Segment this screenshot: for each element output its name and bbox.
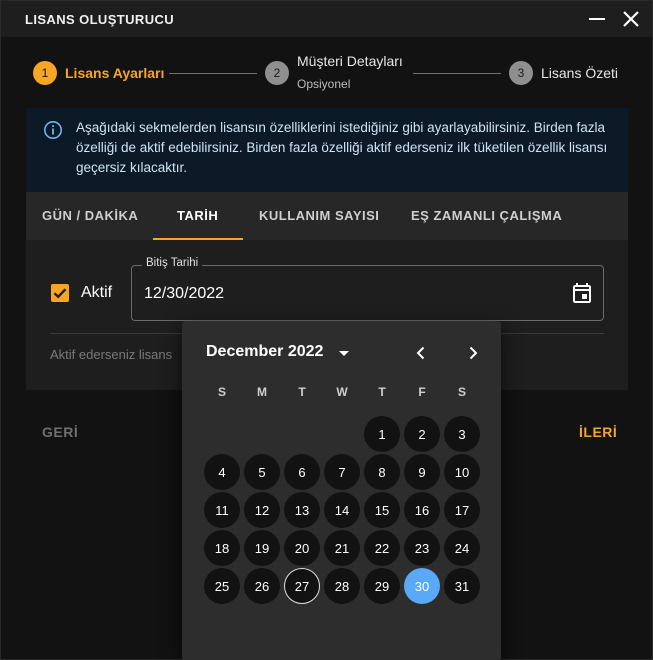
active-tab-indicator <box>153 238 243 240</box>
step-number: 2 <box>265 61 289 85</box>
calendar-day[interactable]: 12 <box>244 492 280 528</box>
end-date-field: Bitiş Tarihi <box>131 257 604 321</box>
step-connector <box>413 73 501 74</box>
weekday-label: S <box>457 385 466 399</box>
calendar-day[interactable]: 8 <box>364 454 400 490</box>
calendar-day[interactable]: 28 <box>324 568 360 604</box>
active-checkbox[interactable] <box>51 284 69 302</box>
weekday-label: W <box>336 385 348 399</box>
calendar-icon <box>573 283 591 303</box>
next-month-button[interactable] <box>461 341 485 365</box>
step-label: Lisans Özeti <box>541 65 619 81</box>
step-label: Lisans Ayarları <box>65 65 165 81</box>
calendar-day[interactable]: 10 <box>444 454 480 490</box>
calendar-day[interactable]: 23 <box>404 530 440 566</box>
info-alert-text: Aşağıdaki sekmelerden lisansın özellikle… <box>76 120 608 175</box>
back-button[interactable]: GERİ <box>42 424 78 440</box>
calendar-day[interactable]: 31 <box>444 568 480 604</box>
info-icon <box>44 121 62 139</box>
previous-month-button[interactable] <box>409 341 433 365</box>
helper-text: Aktif ederseniz lisans <box>50 347 173 362</box>
calendar-day[interactable]: 29 <box>364 568 400 604</box>
minimize-button[interactable] <box>585 7 609 31</box>
weekday-label: S <box>217 385 226 399</box>
calendar-day[interactable]: 26 <box>244 568 280 604</box>
calendar-day[interactable]: 9 <box>404 454 440 490</box>
calendar-day[interactable]: 21 <box>324 530 360 566</box>
calendar-day[interactable]: 11 <box>204 492 240 528</box>
year-selector-button[interactable] <box>334 343 354 363</box>
calendar-day[interactable]: 7 <box>324 454 360 490</box>
calendar-day[interactable]: 25 <box>204 568 240 604</box>
calendar-day[interactable]: 3 <box>444 416 480 452</box>
weekday-label: M <box>257 385 267 399</box>
calendar-day[interactable]: 20 <box>284 530 320 566</box>
calendar-day[interactable]: 13 <box>284 492 320 528</box>
calendar-day[interactable]: 1 <box>364 416 400 452</box>
feature-tabs: GÜN / DAKİKA TARİH KULLANIM SAYISI EŞ ZA… <box>26 192 628 240</box>
calendar-day[interactable]: 15 <box>364 492 400 528</box>
calendar-day[interactable]: 2 <box>404 416 440 452</box>
tab-usage-count[interactable]: KULLANIM SAYISI <box>259 208 379 223</box>
weekday-label: T <box>378 385 386 399</box>
license-generator-window: LISANS OLUŞTURUCU 1 Lisans Ayarları 2 Mü… <box>0 0 653 660</box>
step-optional-label: Opsiyonel <box>297 77 351 91</box>
active-checkbox-label: Aktif <box>81 284 113 301</box>
step-label: Müşteri Detayları <box>297 53 403 69</box>
step-number: 3 <box>509 61 533 85</box>
calendar-day[interactable]: 16 <box>404 492 440 528</box>
calendar-day[interactable]: 6 <box>284 454 320 490</box>
calendar-day[interactable]: 18 <box>204 530 240 566</box>
chevron-left-icon <box>416 346 425 360</box>
weekday-header: SMTWTFS <box>202 385 482 401</box>
step-number: 1 <box>33 61 57 85</box>
next-button[interactable]: İLERİ <box>579 424 617 440</box>
weekday-label: T <box>298 385 306 399</box>
check-icon <box>53 288 67 299</box>
tab-date[interactable]: TARİH <box>177 208 218 223</box>
calendar-day[interactable]: 5 <box>244 454 280 490</box>
end-date-input[interactable] <box>144 282 544 306</box>
open-calendar-button[interactable] <box>570 281 594 305</box>
calendar-day[interactable]: 14 <box>324 492 360 528</box>
calendar-day[interactable]: 24 <box>444 530 480 566</box>
chevron-right-icon <box>469 346 478 360</box>
weekday-label: F <box>418 385 426 399</box>
calendar-day[interactable]: 19 <box>244 530 280 566</box>
calendar-day[interactable]: 17 <box>444 492 480 528</box>
info-alert: Aşağıdaki sekmelerden lisansın özellikle… <box>26 108 628 192</box>
month-year-label[interactable]: December 2022 <box>206 343 323 361</box>
minimize-icon <box>589 18 605 20</box>
window-title: LISANS OLUŞTURUCU <box>25 12 175 27</box>
step-connector <box>169 73 257 74</box>
arrow-drop-down-icon <box>339 351 349 356</box>
calendar-day[interactable]: 4 <box>204 454 240 490</box>
calendar-day-today[interactable]: 27 <box>284 568 320 604</box>
calendar-day-selected[interactable]: 30 <box>404 568 440 604</box>
title-bar: LISANS OLUŞTURUCU <box>1 1 652 37</box>
tab-concurrent-usage[interactable]: EŞ ZAMANLI ÇALIŞMA <box>411 208 562 223</box>
date-picker-popup: December 2022 SMTWTFS 1 2 3 4 5 6 7 8 9 10 11 12 13 1… <box>182 321 501 660</box>
tab-day-minute[interactable]: GÜN / DAKİKA <box>42 208 138 223</box>
calendar-day[interactable]: 22 <box>364 530 400 566</box>
close-button[interactable] <box>619 7 643 31</box>
close-icon <box>623 11 639 27</box>
end-date-label: Bitiş Tarihi <box>142 257 203 269</box>
